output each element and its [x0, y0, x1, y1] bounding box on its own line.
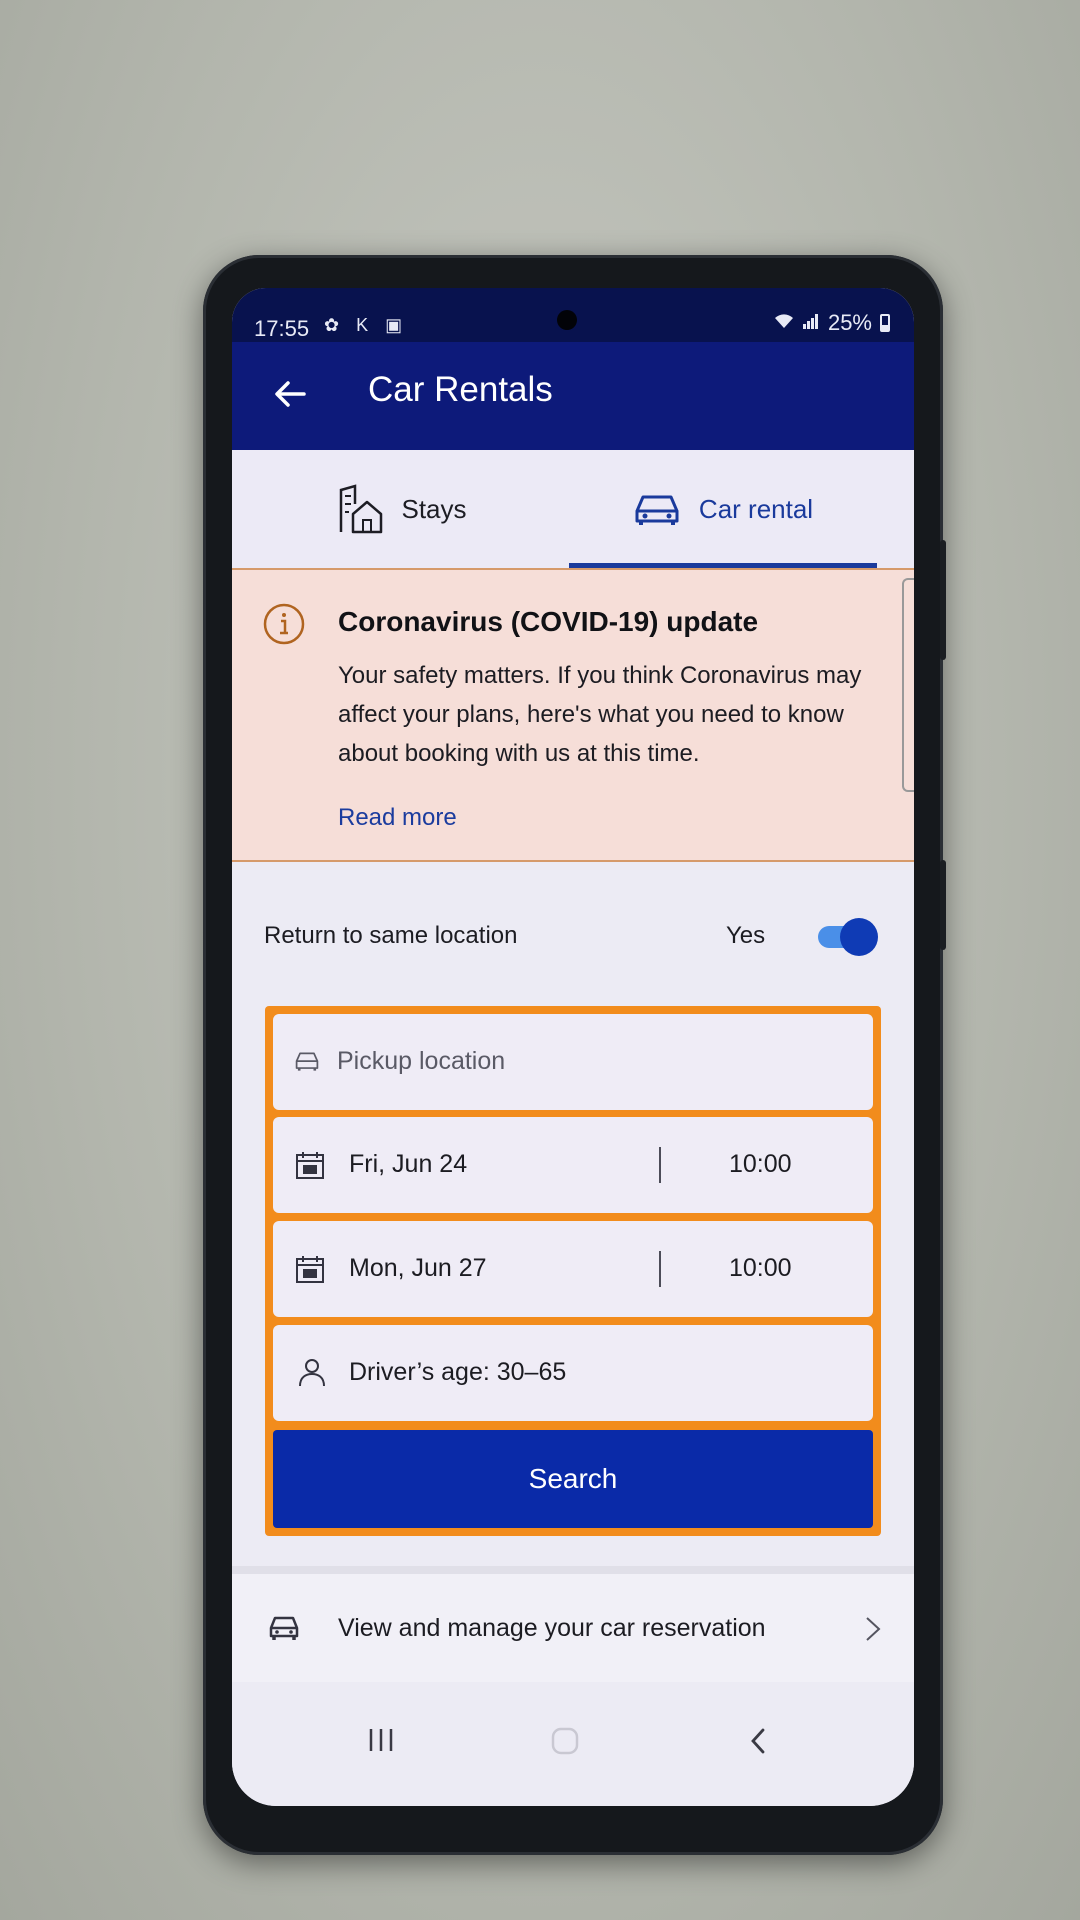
field-divider	[659, 1251, 661, 1287]
status-right: 25%	[774, 310, 890, 336]
toggle-knob	[840, 918, 878, 956]
status-time: 17:55	[254, 316, 310, 341]
driver-age: Driver’s age: 30–65	[349, 1358, 567, 1386]
return-location-value: Yes	[726, 922, 766, 949]
search-form: Pickup location Fri, Jun 24 10:00 Mon, J…	[265, 1006, 881, 1536]
section-divider	[232, 1566, 914, 1574]
page-title: Car Rentals	[368, 370, 553, 409]
return-location-row: Return to same location Yes	[232, 862, 914, 1002]
battery-icon	[880, 314, 890, 332]
manage-reservation-row[interactable]: View and manage your car reservation	[232, 1574, 914, 1682]
car-icon	[295, 1052, 319, 1071]
dropoff-date: Mon, Jun 27	[349, 1254, 487, 1282]
covid-banner: Coronavirus (COVID-19) update Your safet…	[232, 568, 914, 862]
driver-age-field[interactable]: Driver’s age: 30–65	[273, 1325, 873, 1421]
info-icon	[263, 603, 305, 645]
tab-stays[interactable]: Stays	[272, 450, 532, 568]
signal-icon	[802, 313, 820, 334]
tab-bar: Stays Car rental	[232, 450, 914, 568]
car-icon	[269, 1616, 299, 1640]
system-nav-bar	[232, 1682, 914, 1806]
house-building-icon	[340, 484, 383, 534]
phone-side-button	[940, 540, 946, 660]
status-bar: 17:55 ✿ K ▣ 25%	[232, 288, 914, 342]
field-divider	[659, 1147, 661, 1183]
edge-panel-handle[interactable]	[902, 578, 914, 792]
home-icon[interactable]	[550, 1726, 580, 1756]
phone-screen: 17:55 ✿ K ▣ 25% Car Rentals Stays Car re…	[232, 288, 914, 1806]
notification-icons: ✿ K ▣	[324, 315, 409, 335]
person-icon	[299, 1359, 325, 1387]
search-button[interactable]: Search	[273, 1430, 873, 1528]
pickup-date-field[interactable]: Fri, Jun 24 10:00	[273, 1117, 873, 1213]
pickup-time[interactable]: 10:00	[729, 1150, 792, 1179]
pickup-location-placeholder: Pickup location	[337, 1047, 506, 1075]
battery-percent: 25%	[827, 310, 872, 335]
dropoff-time[interactable]: 10:00	[729, 1254, 792, 1283]
read-more-link[interactable]: Read more	[338, 804, 457, 832]
manage-reservation-label: View and manage your car reservation	[338, 1614, 766, 1642]
covid-title: Coronavirus (COVID-19) update	[338, 606, 759, 637]
dropoff-date-field[interactable]: Mon, Jun 27 10:00	[273, 1221, 873, 1317]
tab-car-rental-label: Car rental	[698, 493, 814, 524]
chevron-right-icon	[866, 1617, 881, 1641]
tab-car-rental[interactable]: Car rental	[568, 450, 878, 568]
wifi-icon	[774, 313, 794, 334]
tab-stays-label: Stays	[401, 493, 467, 524]
calendar-icon	[296, 1152, 324, 1179]
phone-side-button	[940, 860, 946, 950]
return-location-toggle[interactable]	[814, 918, 878, 956]
car-icon	[635, 495, 679, 525]
arrow-left-icon[interactable]	[268, 372, 312, 416]
calendar-icon	[296, 1256, 324, 1283]
back-icon[interactable]	[748, 1726, 768, 1756]
front-camera	[557, 310, 577, 330]
covid-body: Your safety matters. If you think Corona…	[338, 662, 862, 767]
app-bar: Car Rentals	[232, 342, 914, 450]
return-location-label: Return to same location	[264, 922, 518, 949]
recents-icon[interactable]	[366, 1726, 396, 1754]
pickup-date: Fri, Jun 24	[349, 1150, 468, 1178]
pickup-location-field[interactable]: Pickup location	[273, 1014, 873, 1110]
